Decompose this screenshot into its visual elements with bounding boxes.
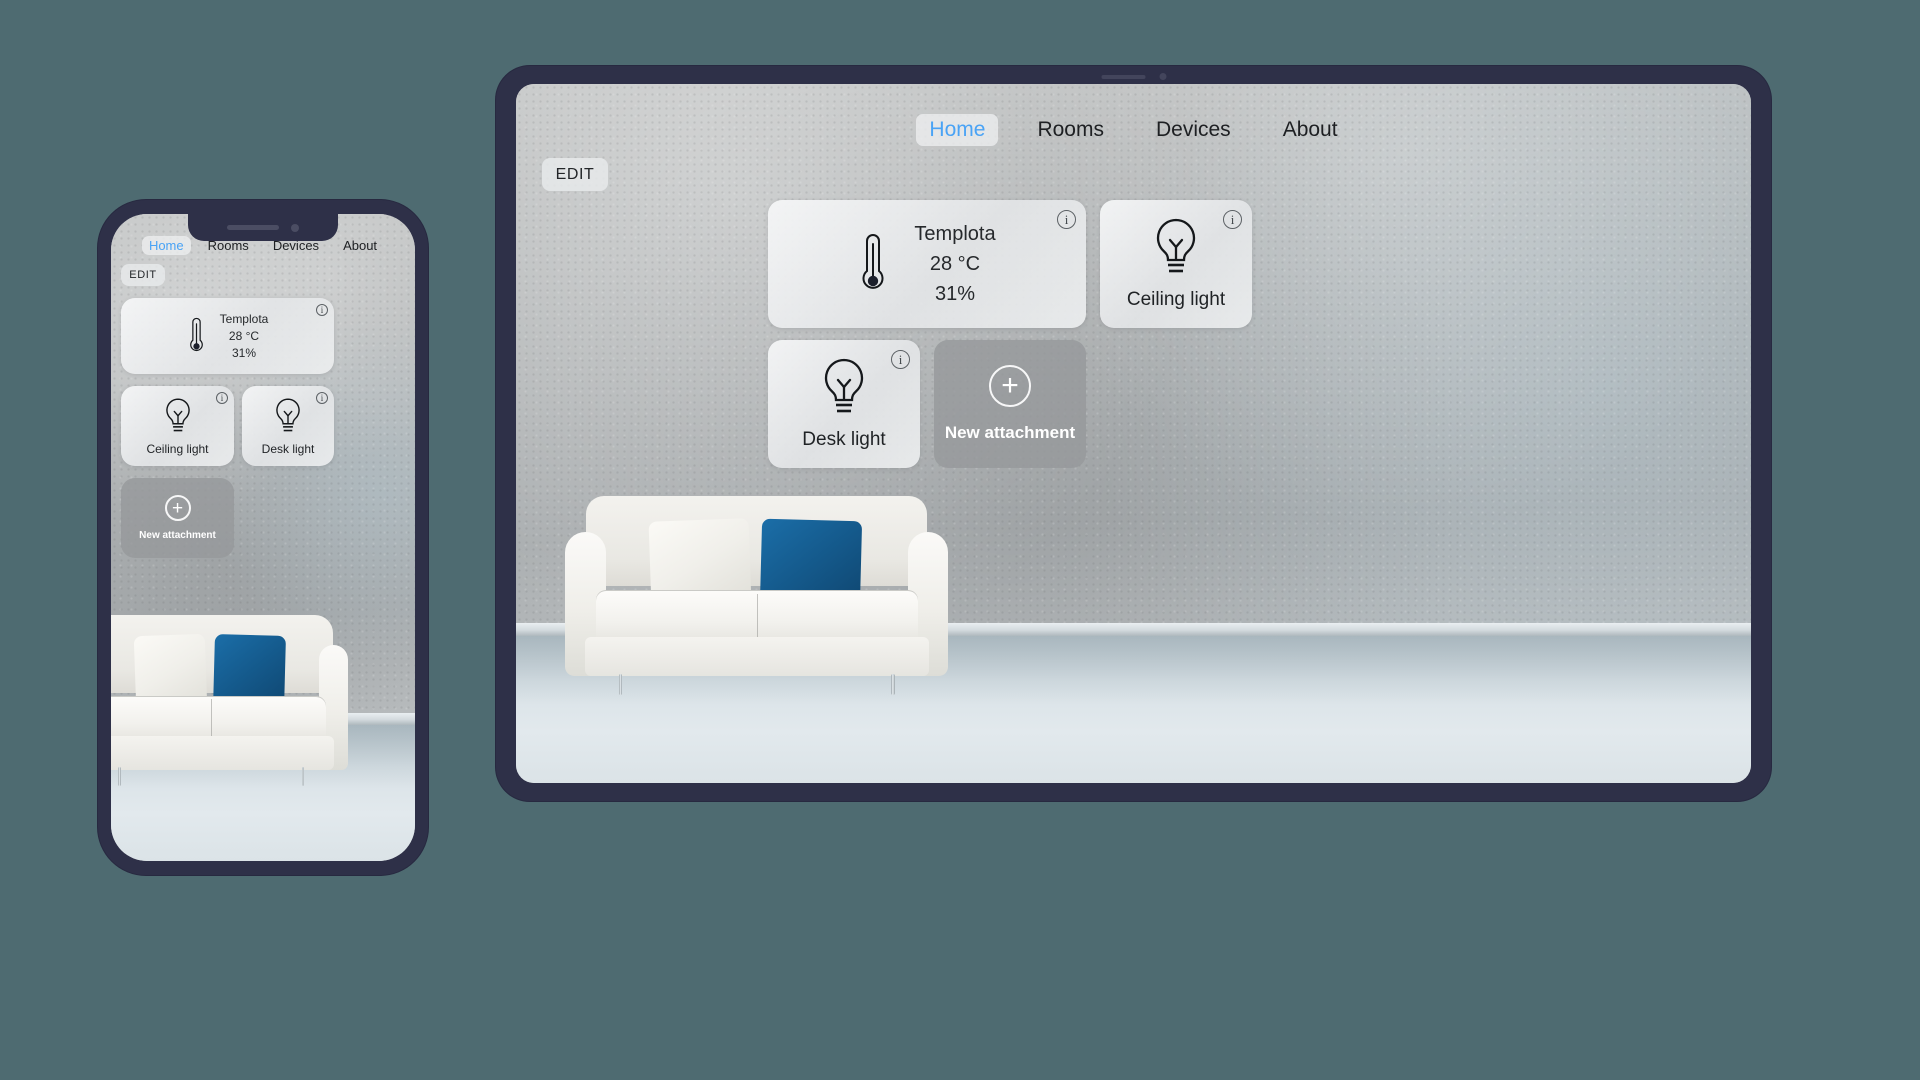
screenshot-stage: Home Rooms Devices About EDIT i Templota… [0, 0, 1920, 1080]
info-icon[interactable]: i [316, 392, 328, 404]
tablet-camera-icon [1159, 73, 1166, 80]
lightbulb-icon [818, 357, 870, 421]
new-attachment-card[interactable]: + New attachment [121, 478, 234, 558]
temperature-name: Templota [914, 222, 996, 245]
phone-mockup: Home Rooms Devices About EDIT i Templota… [98, 200, 428, 875]
thermometer-icon [858, 231, 888, 297]
lightbulb-icon [162, 397, 194, 437]
temperature-value: 28 °C [929, 252, 981, 275]
phone-speaker [227, 225, 279, 230]
info-icon[interactable]: i [1057, 210, 1076, 229]
desk-light-card[interactable]: i Desk light [242, 386, 334, 466]
humidity-value: 31% [934, 282, 976, 305]
temperature-card[interactable]: i Templota 28 °C 31% [768, 200, 1086, 328]
phone-screen: Home Rooms Devices About EDIT i Templota… [111, 214, 415, 861]
tablet-speaker [1101, 74, 1145, 79]
phone-notch [188, 214, 338, 241]
temperature-value: 28 °C [228, 329, 260, 343]
tablet-camera-area [1101, 73, 1166, 80]
phone-camera-icon [291, 223, 299, 232]
lightbulb-icon [1150, 217, 1202, 281]
card-label: New attachment [944, 423, 1076, 442]
plus-circle-icon: + [989, 365, 1031, 407]
phone-ui-overlay: Home Rooms Devices About EDIT i Templota… [111, 214, 415, 861]
info-icon[interactable]: i [1223, 210, 1242, 229]
lightbulb-icon [272, 397, 304, 437]
nav-item-home[interactable]: Home [141, 236, 191, 255]
tablet-ui-overlay: Home Rooms Devices About EDIT i Templota… [516, 84, 1751, 783]
nav-item-devices[interactable]: Devices [1143, 114, 1244, 146]
humidity-value: 31% [231, 346, 256, 360]
nav-item-about[interactable]: About [336, 236, 384, 255]
nav-item-about[interactable]: About [1270, 114, 1351, 146]
thermometer-icon [187, 316, 206, 356]
edit-button[interactable]: EDIT [121, 264, 165, 286]
tablet-mockup: Home Rooms Devices About EDIT i Templota… [496, 66, 1771, 801]
ceiling-light-card[interactable]: i Ceiling light [121, 386, 234, 466]
card-label: New attachment [139, 530, 216, 541]
plus-circle-icon: + [164, 495, 191, 521]
nav-item-rooms[interactable]: Rooms [1024, 114, 1117, 146]
edit-button[interactable]: EDIT [542, 158, 608, 191]
temperature-card[interactable]: i Templota 28 °C 31% [121, 298, 334, 374]
card-label: Desk light [261, 441, 315, 456]
tablet-navbar: Home Rooms Devices About [516, 114, 1751, 146]
info-icon[interactable]: i [216, 392, 228, 404]
temperature-name: Templota [219, 312, 269, 326]
info-icon[interactable]: i [316, 304, 328, 316]
card-label: Ceiling light [1126, 289, 1226, 310]
new-attachment-card[interactable]: + New attachment [934, 340, 1086, 468]
tablet-screen: Home Rooms Devices About EDIT i Templota… [516, 84, 1751, 783]
info-icon[interactable]: i [891, 350, 910, 369]
ceiling-light-card[interactable]: i Ceiling light [1100, 200, 1252, 328]
nav-item-home[interactable]: Home [916, 114, 999, 146]
card-label: Desk light [802, 429, 886, 450]
card-label: Ceiling light [146, 441, 209, 456]
desk-light-card[interactable]: i Desk light [768, 340, 920, 468]
